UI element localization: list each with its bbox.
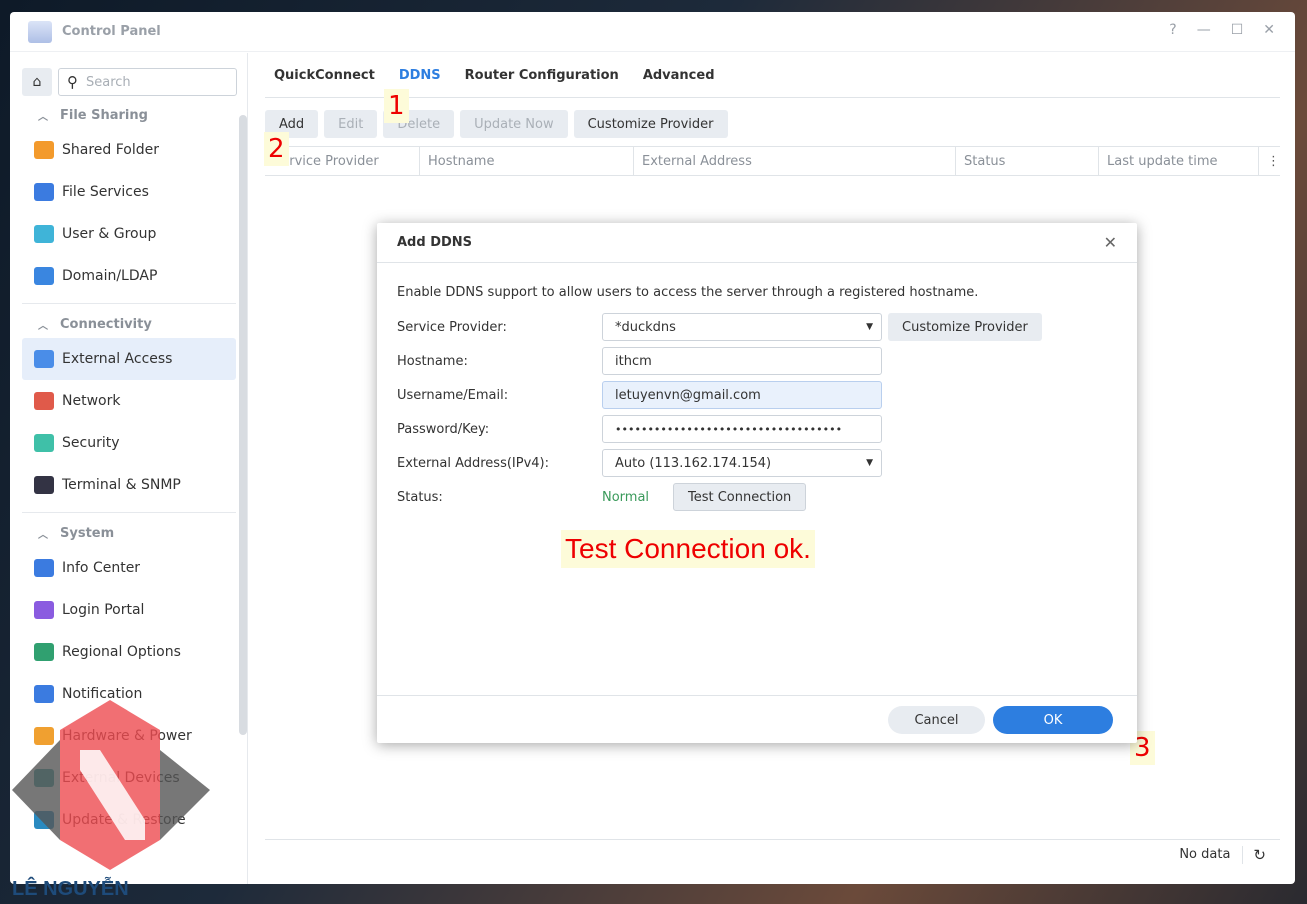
- column-hostname[interactable]: Hostname: [420, 147, 634, 175]
- terminal-snmp-icon: [34, 476, 54, 494]
- login-portal-icon: [34, 601, 54, 619]
- notification-icon: [34, 685, 54, 703]
- update-restore-icon: [34, 811, 54, 829]
- title-bar: Control Panel ? — ☐ ✕: [10, 12, 1295, 52]
- service-provider-select[interactable]: *duckdns ▼: [602, 313, 882, 341]
- cancel-button[interactable]: Cancel: [888, 706, 985, 734]
- tab-advanced[interactable]: Advanced: [643, 68, 715, 83]
- sidebar-scrollbar[interactable]: [239, 115, 247, 735]
- username-label: Username/Email:: [397, 387, 509, 403]
- security-icon: [34, 434, 54, 452]
- sidebar-list: ︿ File Sharing Shared Folder File Services U…: [22, 101, 236, 841]
- chevron-up-icon: ︿: [38, 529, 48, 541]
- window-title: Control Panel: [62, 24, 161, 39]
- file-services-icon: [34, 183, 54, 201]
- external-address-label: External Address(IPv4):: [397, 455, 550, 471]
- add-ddns-dialog: Add DDNS ✕ Enable DDNS support to allow …: [377, 223, 1137, 743]
- hostname-input[interactable]: ithcm: [602, 347, 882, 375]
- tab-bar: QuickConnect DDNS Router Configuration A…: [265, 53, 1280, 98]
- sidebar-item-file-services[interactable]: File Services: [22, 171, 236, 213]
- table-header: Service Provider Hostname External Addre…: [265, 146, 1280, 176]
- toolbar: Add Edit Delete Update Now Customize Pro…: [265, 110, 728, 138]
- column-options-icon[interactable]: ⋮: [1259, 147, 1280, 175]
- home-icon: ⌂: [32, 74, 42, 90]
- column-last-update-time[interactable]: Last update time: [1099, 147, 1259, 175]
- dialog-description: Enable DDNS support to allow users to ac…: [397, 285, 979, 300]
- dialog-footer: Cancel OK: [377, 695, 1137, 743]
- external-access-icon: [34, 350, 54, 368]
- ok-button[interactable]: OK: [993, 706, 1113, 734]
- dialog-title: Add DDNS: [377, 223, 1137, 263]
- domain-ldap-icon: [34, 267, 54, 285]
- control-panel-icon: [28, 20, 52, 43]
- dropdown-arrow-icon: ▼: [866, 322, 873, 332]
- chevron-up-icon: ︿: [38, 320, 48, 332]
- sidebar-item-external-devices[interactable]: External Devices: [22, 757, 236, 799]
- hostname-label: Hostname:: [397, 353, 468, 369]
- refresh-icon[interactable]: ↻: [1242, 845, 1266, 864]
- sidebar-item-external-access[interactable]: External Access: [22, 338, 236, 380]
- password-input[interactable]: •••••••••••••••••••••••••••••••••••: [602, 415, 882, 443]
- annotation-1: 1: [384, 89, 409, 123]
- sidebar-item-regional-options[interactable]: Regional Options: [22, 631, 236, 673]
- chevron-up-icon: ︿: [38, 111, 48, 123]
- user-group-icon: [34, 225, 54, 243]
- column-status[interactable]: Status: [956, 147, 1099, 175]
- regional-options-icon: [34, 643, 54, 661]
- sidebar-item-info-center[interactable]: Info Center: [22, 547, 236, 589]
- sidebar-divider: [22, 512, 236, 513]
- test-connection-note: Test Connection ok.: [561, 530, 815, 568]
- username-input[interactable]: letuyenvn@gmail.com: [602, 381, 882, 409]
- sidebar-item-login-portal[interactable]: Login Portal: [22, 589, 236, 631]
- status-value: Normal: [602, 489, 650, 505]
- tab-quickconnect[interactable]: QuickConnect: [274, 68, 375, 83]
- sidebar-item-notification[interactable]: Notification: [22, 673, 236, 715]
- external-devices-icon: [34, 769, 54, 787]
- edit-button[interactable]: Edit: [324, 110, 378, 138]
- sidebar-item-hardware-power[interactable]: Hardware & Power: [22, 715, 236, 757]
- sidebar-item-update-restore[interactable]: Update & Restore: [22, 799, 236, 841]
- shared-folder-icon: [34, 141, 54, 159]
- sidebar-section-header[interactable]: ︿ Connectivity: [22, 310, 236, 338]
- home-button[interactable]: ⌂: [22, 68, 52, 96]
- sidebar-item-security[interactable]: Security: [22, 422, 236, 464]
- password-label: Password/Key:: [397, 421, 490, 437]
- service-provider-label: Service Provider:: [397, 319, 507, 335]
- maximize-icon[interactable]: ☐: [1231, 22, 1244, 38]
- close-icon[interactable]: ✕: [1263, 22, 1275, 38]
- dialog-close-icon[interactable]: ✕: [1104, 233, 1117, 252]
- sidebar-item-network[interactable]: Network: [22, 380, 236, 422]
- column-external-address[interactable]: External Address: [634, 147, 956, 175]
- annotation-2: 2: [264, 132, 289, 166]
- minimize-icon[interactable]: —: [1197, 22, 1211, 38]
- sidebar-section-header[interactable]: ︿ File Sharing: [22, 101, 236, 129]
- sidebar-item-domain-ldap[interactable]: Domain/LDAP: [22, 255, 236, 297]
- table-footer: No data ↻: [265, 839, 1280, 869]
- sidebar-item-terminal-snmp[interactable]: Terminal & SNMP: [22, 464, 236, 506]
- help-icon[interactable]: ?: [1169, 22, 1176, 38]
- no-data-label: No data: [1179, 847, 1231, 862]
- external-address-select[interactable]: Auto (113.162.174.154) ▼: [602, 449, 882, 477]
- sidebar-section-header[interactable]: ︿ System: [22, 519, 236, 547]
- hardware-power-icon: [34, 727, 54, 745]
- dropdown-arrow-icon: ▼: [866, 458, 873, 468]
- tab-router-configuration[interactable]: Router Configuration: [465, 68, 619, 83]
- status-label: Status:: [397, 489, 443, 505]
- test-connection-button[interactable]: Test Connection: [673, 483, 807, 511]
- sidebar-item-shared-folder[interactable]: Shared Folder: [22, 129, 236, 171]
- dialog-customize-provider-button[interactable]: Customize Provider: [888, 313, 1042, 341]
- update-now-button[interactable]: Update Now: [460, 110, 568, 138]
- network-icon: [34, 392, 54, 410]
- customize-provider-button[interactable]: Customize Provider: [573, 110, 728, 138]
- tab-ddns[interactable]: DDNS: [399, 68, 441, 83]
- sidebar-item-user-group[interactable]: User & Group: [22, 213, 236, 255]
- sidebar-divider: [22, 303, 236, 304]
- search-icon: ⚲: [67, 73, 78, 91]
- sidebar: ⌂ ⚲ Search ︿ File Sharing Shared Folder File…: [10, 53, 248, 884]
- info-center-icon: [34, 559, 54, 577]
- search-input[interactable]: ⚲ Search: [58, 68, 237, 96]
